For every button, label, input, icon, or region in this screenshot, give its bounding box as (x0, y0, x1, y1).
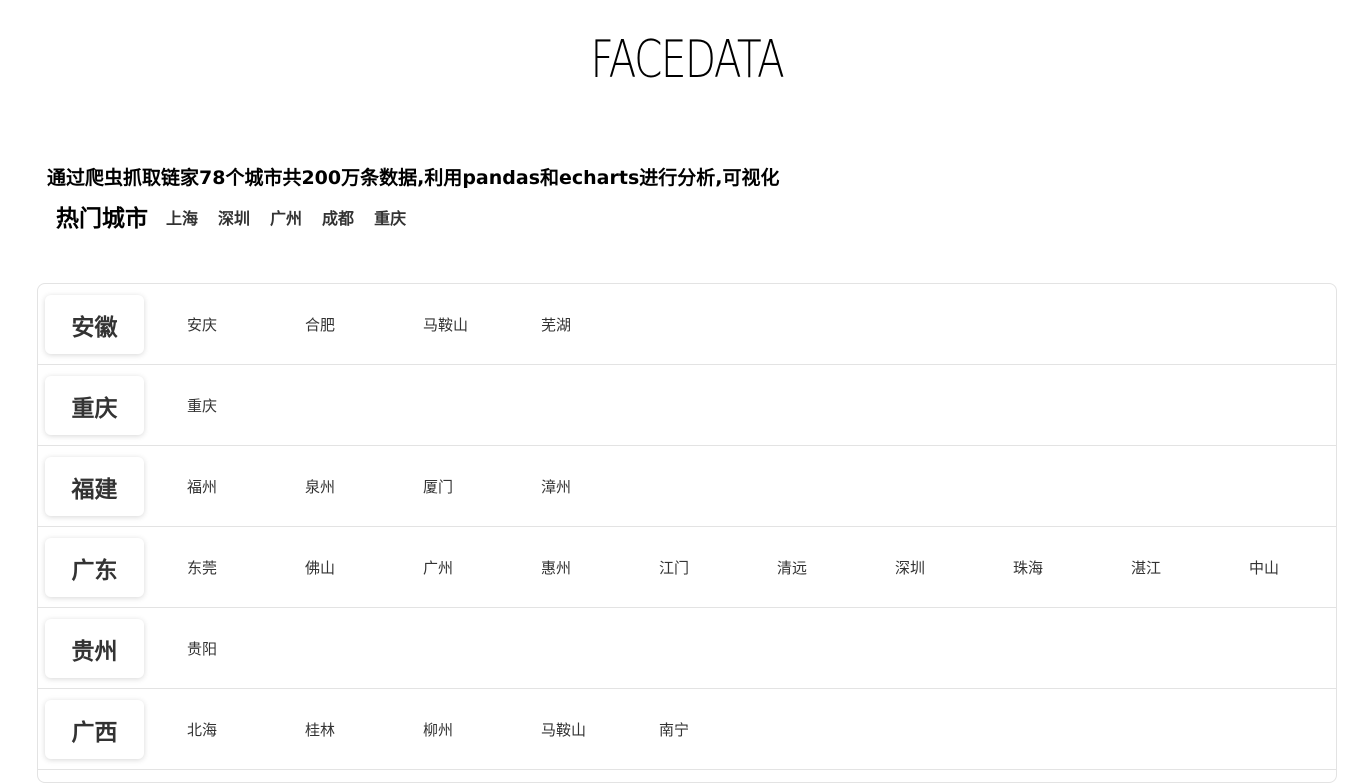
city-link[interactable]: 湛江 (1131, 557, 1249, 578)
city-link[interactable]: 广州 (423, 557, 541, 578)
city-link[interactable]: 贵阳 (187, 638, 305, 659)
city-link[interactable]: 安庆 (187, 314, 305, 335)
city-link[interactable]: 南宁 (659, 719, 777, 740)
province-label: 福建 (45, 457, 144, 516)
city-list: 重庆 (187, 365, 305, 445)
city-list: 贵阳 (187, 608, 305, 688)
province-row: 广东 东莞 佛山 广州 惠州 江门 清远 深圳 珠海 湛江 中山 (38, 527, 1336, 608)
hot-city-link[interactable]: 深圳 (218, 203, 250, 235)
city-link[interactable]: 深圳 (895, 557, 1013, 578)
city-link[interactable]: 重庆 (187, 395, 305, 416)
province-row: 贵州 贵阳 (38, 608, 1336, 689)
province-row: 安徽 安庆 合肥 马鞍山 芜湖 (38, 284, 1336, 365)
province-label: 贵州 (45, 619, 144, 678)
city-list: 北海 桂林 柳州 马鞍山 南宁 (187, 689, 777, 769)
city-link[interactable]: 泉州 (305, 476, 423, 497)
hot-city-link[interactable]: 重庆 (374, 203, 406, 235)
city-link[interactable]: 厦门 (423, 476, 541, 497)
city-list: 东莞 佛山 广州 惠州 江门 清远 深圳 珠海 湛江 中山 (187, 527, 1336, 607)
city-link[interactable]: 惠州 (541, 557, 659, 578)
province-city-panel: 安徽 安庆 合肥 马鞍山 芜湖 重庆 重庆 福建 福州 泉州 厦门 漳州 广东 东莞 佛山 广州 惠州 江门 清远深… (37, 283, 1337, 783)
city-link[interactable]: 珠海 (1013, 557, 1131, 578)
intro-text: 通过爬虫抓取链家78个城市共200万条数据,利用pandas和echarts进行… (47, 167, 780, 189)
city-link[interactable]: 桂林 (305, 719, 423, 740)
city-list: 安庆 合肥 马鞍山 芜湖 (187, 284, 659, 364)
city-link[interactable]: 合肥 (305, 314, 423, 335)
province-row: 重庆 重庆 (38, 365, 1336, 446)
hot-city-link[interactable]: 成都 (322, 203, 354, 235)
hot-city-link[interactable]: 广州 (270, 203, 302, 235)
city-link[interactable]: 北海 (187, 719, 305, 740)
hot-cities-bar: 热门城市 上海 深圳 广州 成都 重庆 (56, 203, 426, 235)
city-link[interactable]: 芜湖 (541, 314, 659, 335)
city-link[interactable]: 东莞 (187, 557, 305, 578)
city-link[interactable]: 马鞍山 (423, 314, 541, 335)
province-label: 广东 (45, 538, 144, 597)
city-link[interactable]: 江门 (659, 557, 777, 578)
site-logo[interactable]: FACEDATA (153, 30, 1220, 90)
hot-city-link[interactable]: 上海 (166, 203, 198, 235)
city-link[interactable]: 柳州 (423, 719, 541, 740)
province-label: 广西 (45, 700, 144, 759)
province-row: 广西 北海 桂林 柳州 马鞍山 南宁 (38, 689, 1336, 770)
city-link[interactable]: 清远 (777, 557, 895, 578)
city-link[interactable]: 漳州 (541, 476, 659, 497)
city-link[interactable]: 马鞍山 (541, 719, 659, 740)
province-row: 福建 福州 泉州 厦门 漳州 (38, 446, 1336, 527)
hot-cities-title: 热门城市 (56, 206, 148, 232)
city-link[interactable]: 福州 (187, 476, 305, 497)
province-label: 安徽 (45, 295, 144, 354)
city-list: 福州 泉州 厦门 漳州 (187, 446, 659, 526)
province-label: 重庆 (45, 376, 144, 435)
city-link[interactable]: 中山 (1249, 557, 1336, 578)
city-link[interactable]: 佛山 (305, 557, 423, 578)
